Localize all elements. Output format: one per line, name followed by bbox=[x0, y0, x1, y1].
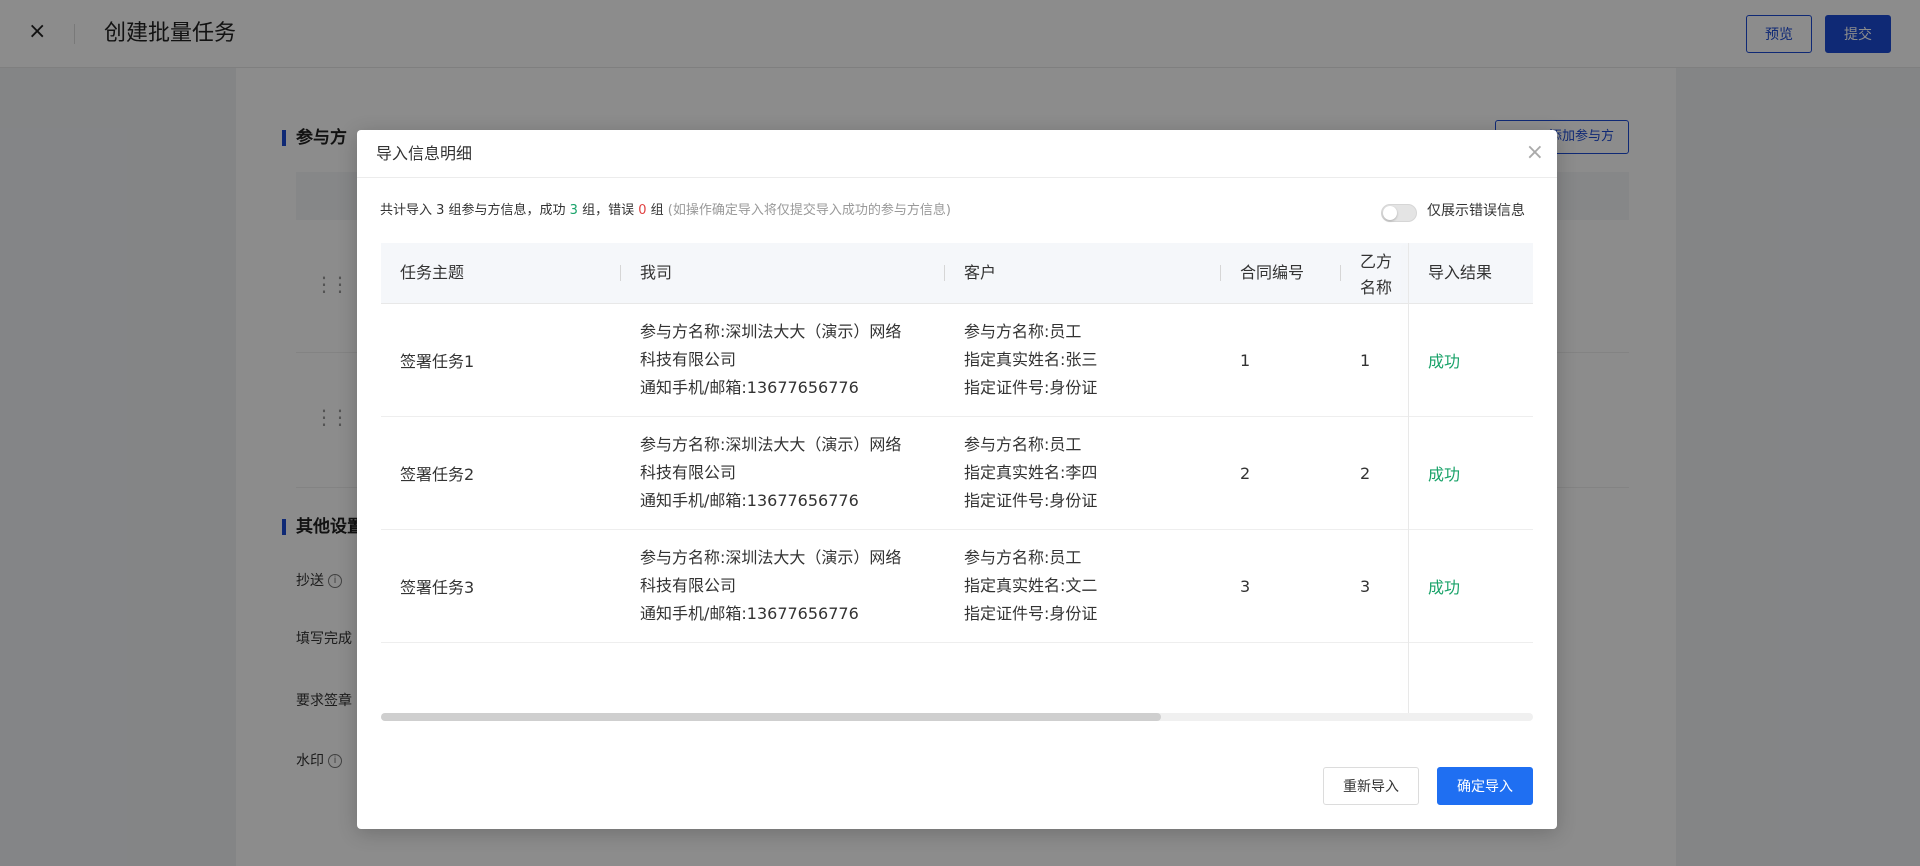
party-b-cell: 1 bbox=[1360, 350, 1371, 370]
table-row: 签署任务2 参与方名称:深圳法大大（演示）网络 科技有限公司 通知手机/邮箱:136… bbox=[381, 417, 1533, 530]
column-header-task: 任务主题 bbox=[400, 263, 465, 282]
result-cell: 成功 bbox=[1428, 578, 1461, 597]
contract-cell: 1 bbox=[1240, 350, 1251, 370]
close-icon[interactable]: × bbox=[1526, 142, 1544, 164]
modal-title: 导入信息明细 bbox=[376, 144, 473, 163]
task-cell: 签署任务2 bbox=[400, 465, 475, 484]
company-cell: 参与方名称:深圳法大大（演示）网络 科技有限公司 通知手机/邮箱:136776567… bbox=[640, 435, 902, 510]
customer-cell: 参与方名称:员工 指定真实姓名:李四 指定证件号:身份证 bbox=[964, 435, 1098, 510]
confirm-import-button[interactable]: 确定导入 bbox=[1437, 767, 1533, 805]
table-row: 签署任务1 参与方名称:深圳法大大（演示）网络 科技有限公司 通知手机/邮箱:136… bbox=[381, 304, 1533, 417]
horizontal-scrollbar[interactable] bbox=[381, 713, 1533, 721]
import-table: 任务主题 我司 客户 合同编号 乙方 名称 签署任务1 参与方名称:深圳法大大（演… bbox=[381, 243, 1533, 713]
divider bbox=[1409, 416, 1533, 417]
column-header-result: 导入结果 bbox=[1428, 243, 1533, 303]
contract-cell: 3 bbox=[1240, 576, 1251, 596]
scrollbar-thumb[interactable] bbox=[381, 713, 1161, 721]
import-summary: 共计导入 3 组参与方信息，成功 3 组，错误 0 组 (如操作确定导入将仅提交… bbox=[380, 203, 951, 218]
party-b-cell: 2 bbox=[1360, 463, 1371, 483]
column-separator bbox=[1340, 265, 1341, 281]
column-header-party-b: 乙方 名称 bbox=[1360, 252, 1393, 297]
success-count: 3 bbox=[569, 203, 578, 218]
column-header-company: 我司 bbox=[640, 263, 673, 282]
import-detail-modal: 导入信息明细 × 共计导入 3 组参与方信息，成功 3 组，错误 0 组 (如操… bbox=[357, 130, 1557, 829]
column-separator bbox=[944, 265, 945, 281]
result-cell: 成功 bbox=[1428, 352, 1461, 371]
error-count: 0 bbox=[638, 203, 647, 218]
party-b-cell: 3 bbox=[1360, 576, 1371, 596]
errors-only-toggle[interactable] bbox=[1381, 204, 1417, 222]
customer-cell: 参与方名称:员工 指定真实姓名:文二 指定证件号:身份证 bbox=[964, 548, 1098, 623]
customer-cell: 参与方名称:员工 指定真实姓名:张三 指定证件号:身份证 bbox=[964, 322, 1098, 397]
column-header-contract: 合同编号 bbox=[1240, 263, 1305, 282]
task-cell: 签署任务1 bbox=[400, 352, 475, 371]
column-separator bbox=[620, 265, 621, 281]
modal-header: 导入信息明细 × bbox=[357, 130, 1557, 178]
task-cell: 签署任务3 bbox=[400, 578, 475, 597]
result-cell: 成功 bbox=[1428, 465, 1461, 484]
contract-cell: 2 bbox=[1240, 463, 1251, 483]
table-header: 任务主题 我司 客户 合同编号 乙方 名称 bbox=[381, 243, 1533, 304]
errors-only-label: 仅展示错误信息 bbox=[1427, 203, 1525, 219]
company-cell: 参与方名称:深圳法大大（演示）网络 科技有限公司 通知手机/邮箱:136776567… bbox=[640, 548, 902, 623]
reimport-button[interactable]: 重新导入 bbox=[1323, 767, 1419, 805]
divider bbox=[1409, 529, 1533, 530]
company-cell: 参与方名称:深圳法大大（演示）网络 科技有限公司 通知手机/邮箱:136776567… bbox=[640, 322, 902, 397]
summary-note: (如操作确定导入将仅提交导入成功的参与方信息) bbox=[667, 203, 951, 218]
table-row: 签署任务3 参与方名称:深圳法大大（演示）网络 科技有限公司 通知手机/邮箱:136… bbox=[381, 530, 1533, 643]
column-header-customer: 客户 bbox=[964, 263, 997, 282]
column-separator bbox=[1220, 265, 1221, 281]
toggle-knob bbox=[1383, 206, 1397, 220]
divider bbox=[1409, 642, 1533, 643]
